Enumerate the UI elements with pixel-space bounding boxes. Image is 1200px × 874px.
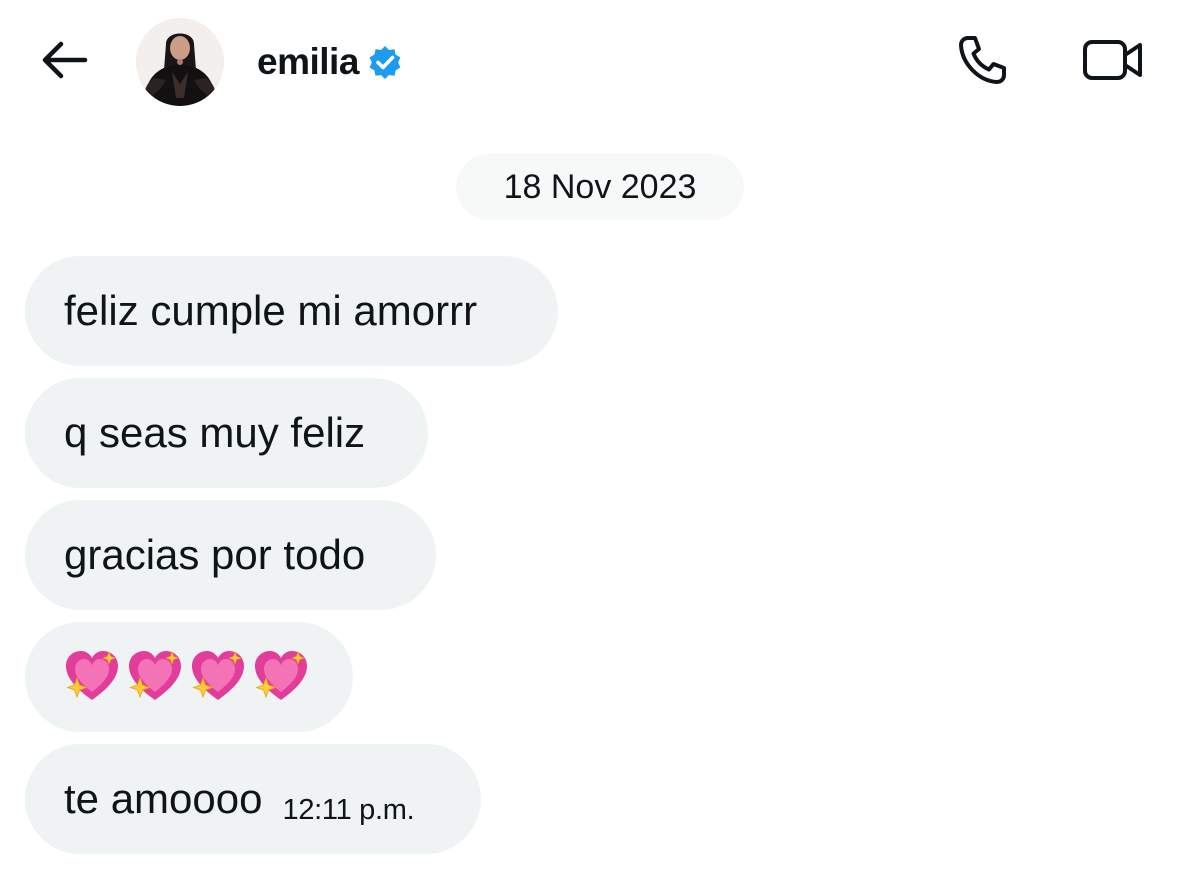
arrow-left-icon [39,40,89,85]
message-bubble[interactable]: q seas muy feliz [25,378,428,488]
message-timestamp: 12:11 p.m. [282,793,415,826]
sparkling-heart-icon [63,648,121,706]
sparkling-heart-icon [189,648,247,706]
message-bubble[interactable]: gracias por todo [25,500,436,610]
message-text: te amoooo [64,775,263,822]
contact-name: emilia [257,41,359,82]
sparkling-heart-icon [252,648,310,706]
message-text: feliz cumple mi amorrr [64,287,478,334]
video-call-button[interactable] [1078,34,1148,90]
chat-header: emilia [0,0,1200,124]
emoji-row [63,648,310,706]
message-bubble[interactable]: feliz cumple mi amorrr [25,256,558,366]
phone-icon [955,33,1009,92]
video-camera-icon [1081,36,1145,89]
contact-name-row[interactable]: emilia [257,38,403,86]
call-button[interactable] [952,34,1012,90]
message-bubble[interactable] [25,622,353,732]
verified-badge-icon [367,44,403,80]
message-text: q seas muy feliz [64,409,366,456]
message-text: gracias por todo [64,531,366,578]
avatar[interactable] [136,18,224,106]
sparkling-heart-icon [126,648,184,706]
back-button[interactable] [38,38,90,86]
message-bubble[interactable]: te amoooo 12:11 p.m. [25,744,481,854]
date-separator: 18 Nov 2023 [456,154,744,220]
